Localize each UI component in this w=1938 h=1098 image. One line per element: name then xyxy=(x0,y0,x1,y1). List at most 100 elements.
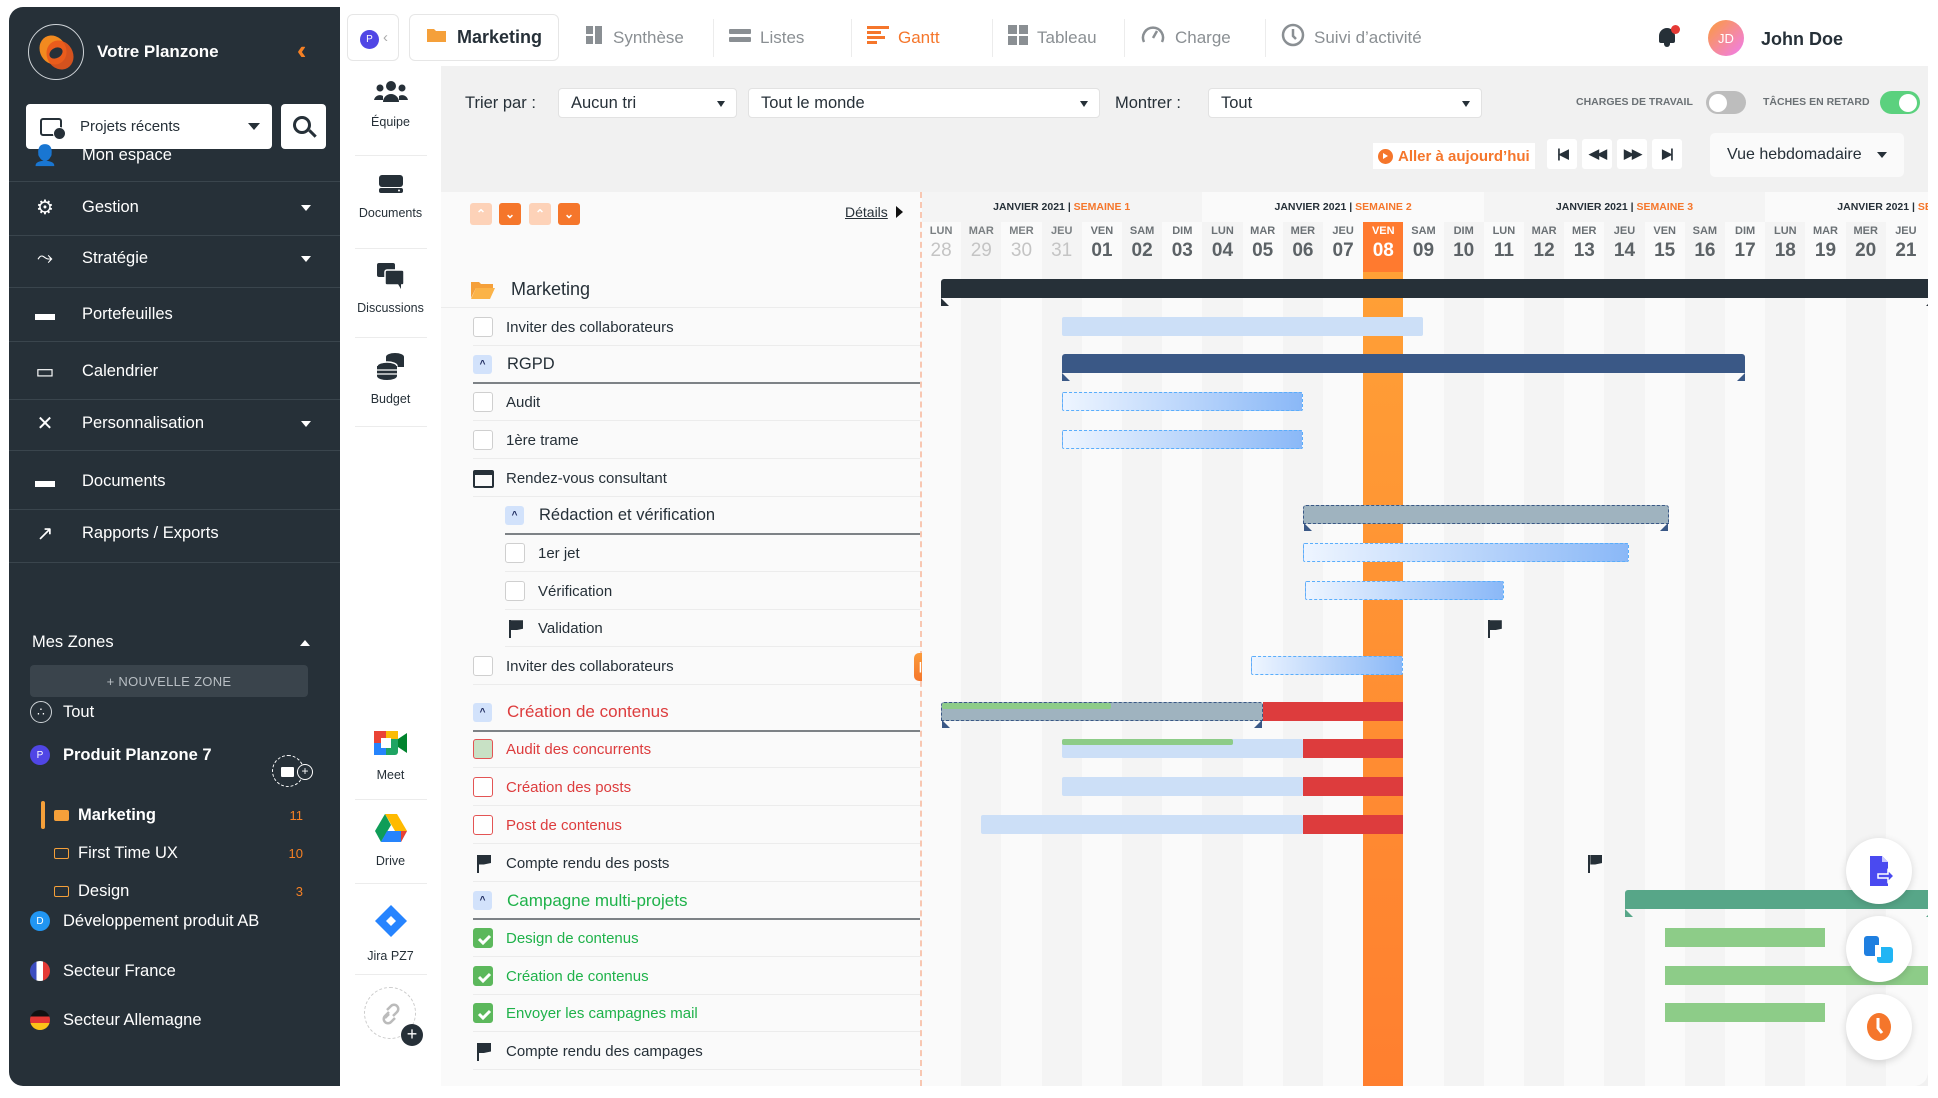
user-name[interactable]: John Doe xyxy=(1761,29,1843,50)
tab-tableau[interactable]: Tableau xyxy=(1008,14,1097,61)
caret-up-icon[interactable] xyxy=(300,640,310,646)
task-bar[interactable] xyxy=(1664,1003,1826,1023)
toolbar--quipe[interactable]: Équipe xyxy=(340,80,441,129)
sidebar-item-documents[interactable]: ▬ Documents xyxy=(9,454,340,510)
summary-bar[interactable] xyxy=(1302,505,1669,532)
zone-item[interactable]: ∴ Tout xyxy=(9,697,340,727)
task-bar[interactable] xyxy=(1061,392,1303,412)
duplicate-button[interactable] xyxy=(1846,916,1912,982)
tab-synth-se[interactable]: Synthèse xyxy=(586,14,684,61)
go-to-today-button[interactable]: Aller à aujourd’hui xyxy=(1373,143,1535,169)
late-bar[interactable] xyxy=(1302,739,1404,759)
task-checkbox[interactable] xyxy=(505,580,525,601)
move-bottom-button[interactable]: ⌄ xyxy=(558,203,580,225)
view-mode-select[interactable]: Vue hebdomadaire xyxy=(1710,133,1904,177)
task-checkbox[interactable] xyxy=(473,656,493,676)
task-checkbox[interactable] xyxy=(505,542,525,563)
people-select[interactable]: Tout le monde xyxy=(748,88,1100,118)
task-checkbox[interactable] xyxy=(473,316,493,337)
sort-select[interactable]: Aucun tri xyxy=(558,88,737,118)
late-bar[interactable] xyxy=(1262,701,1404,721)
milestone-flag-icon[interactable] xyxy=(1487,620,1504,639)
task-bar[interactable] xyxy=(981,814,1303,834)
add-folder-icon[interactable] xyxy=(272,755,313,787)
workload-toggle[interactable] xyxy=(1706,91,1746,114)
summary-bar[interactable] xyxy=(941,701,1263,728)
zone-item[interactable]: D Développement produit AB xyxy=(9,906,340,936)
show-select[interactable]: Tout xyxy=(1208,88,1482,118)
task-bar[interactable] xyxy=(1302,542,1629,562)
task-row[interactable]: Post de contenus xyxy=(441,807,920,844)
details-link[interactable]: Détails xyxy=(845,204,888,220)
task-row[interactable]: Création de contenus ^ xyxy=(441,694,920,732)
add-integration-button[interactable]: + xyxy=(364,987,423,1046)
collapse-group-icon[interactable]: ^ xyxy=(473,891,492,911)
late-tasks-toggle[interactable] xyxy=(1880,91,1920,114)
task-bar[interactable] xyxy=(1304,580,1504,600)
toolbar-meet[interactable]: Meet xyxy=(340,729,441,782)
move-up-button[interactable]: ⌃ xyxy=(470,203,492,225)
toolbar-drive[interactable]: Drive xyxy=(340,813,441,868)
task-checkbox[interactable] xyxy=(473,814,493,835)
sidebar-item-personnalisation[interactable]: ✕ Personnalisation xyxy=(9,397,340,451)
task-row[interactable]: Validation xyxy=(441,610,920,648)
task-row[interactable]: Compte rendu des campages xyxy=(441,1033,920,1070)
task-row[interactable]: Design de contenus xyxy=(441,920,920,957)
task-checkbox[interactable] xyxy=(473,429,493,450)
task-row[interactable]: Création des posts xyxy=(441,769,920,807)
task-row[interactable]: Vérification xyxy=(441,573,920,610)
task-bar[interactable] xyxy=(1250,656,1404,675)
task-row[interactable]: Envoyer les campagnes mail xyxy=(441,995,920,1033)
task-checkbox[interactable] xyxy=(473,1003,493,1024)
tab-suivi-d-activit-[interactable]: Suivi d’activité xyxy=(1281,14,1422,61)
task-bar[interactable] xyxy=(1061,316,1424,336)
task-row[interactable]: Campagne multi-projets ^ xyxy=(441,882,920,921)
tab-listes[interactable]: Listes xyxy=(729,14,804,61)
export-button[interactable] xyxy=(1846,838,1912,904)
move-top-button[interactable]: ⌃ xyxy=(529,203,551,225)
sidebar-item-portefeuilles[interactable]: ▬ Portefeuilles xyxy=(9,288,340,342)
toolbar-documents[interactable]: Documents xyxy=(340,173,441,220)
late-bar[interactable] xyxy=(1302,777,1404,797)
project-item-design[interactable]: Design 3 xyxy=(9,876,340,906)
task-row[interactable]: Inviter des collaborateurs xyxy=(441,309,920,346)
toolbar-budget[interactable]: Budget xyxy=(340,351,441,406)
zone-back-tab[interactable]: P ‹ xyxy=(347,14,399,61)
project-item-first-time-ux[interactable]: First Time UX 10 xyxy=(9,838,340,868)
task-bar[interactable] xyxy=(1061,739,1303,759)
task-row[interactable]: Audit xyxy=(441,384,920,422)
task-row[interactable]: RGPD ^ xyxy=(441,346,920,385)
timer-button[interactable] xyxy=(1846,994,1912,1060)
tab-gantt[interactable]: Gantt xyxy=(867,14,940,61)
task-row[interactable]: Inviter des collaborateurs xyxy=(441,648,920,685)
caret-right-icon[interactable] xyxy=(896,206,903,218)
zone-item[interactable]: Secteur Allemagne xyxy=(9,1005,340,1035)
user-avatar[interactable]: JD xyxy=(1708,20,1744,56)
zone-item[interactable]: Secteur France xyxy=(9,956,340,986)
task-row[interactable]: Rédaction et vérification ^ xyxy=(441,497,920,536)
move-down-button[interactable]: ⌄ xyxy=(499,203,521,225)
task-checkbox[interactable] xyxy=(473,739,493,760)
sidebar-item-gestion[interactable]: ⚙ Gestion xyxy=(9,180,340,236)
sidebar-item-mon-espace[interactable]: 👤 Mon espace xyxy=(9,130,340,182)
summary-bar[interactable] xyxy=(1061,354,1746,382)
task-bar[interactable] xyxy=(1664,927,1826,947)
collapse-group-icon[interactable]: ^ xyxy=(505,506,524,526)
notification-bell-icon[interactable] xyxy=(1657,25,1680,47)
task-row[interactable]: Audit des concurrents xyxy=(441,731,920,769)
task-bar[interactable] xyxy=(1061,777,1303,797)
collapse-sidebar-icon[interactable]: ‹‹ xyxy=(297,35,309,66)
task-row[interactable]: Marketing xyxy=(441,271,920,308)
last-page-button[interactable]: ▶| xyxy=(1652,139,1682,169)
first-page-button[interactable]: |◀ xyxy=(1547,139,1577,169)
task-row[interactable]: Création de contenus xyxy=(441,958,920,995)
previous-button[interactable]: ◀◀ xyxy=(1582,139,1612,169)
task-row[interactable]: 1ère trame xyxy=(441,422,920,459)
late-bar[interactable] xyxy=(1302,814,1404,834)
task-row[interactable]: Compte rendu des posts xyxy=(441,845,920,882)
summary-bar[interactable] xyxy=(941,279,1928,306)
collapse-group-icon[interactable]: ^ xyxy=(473,702,492,722)
task-bar[interactable] xyxy=(1061,429,1303,449)
task-checkbox[interactable] xyxy=(473,392,493,413)
milestone-flag-icon[interactable] xyxy=(1588,854,1604,873)
